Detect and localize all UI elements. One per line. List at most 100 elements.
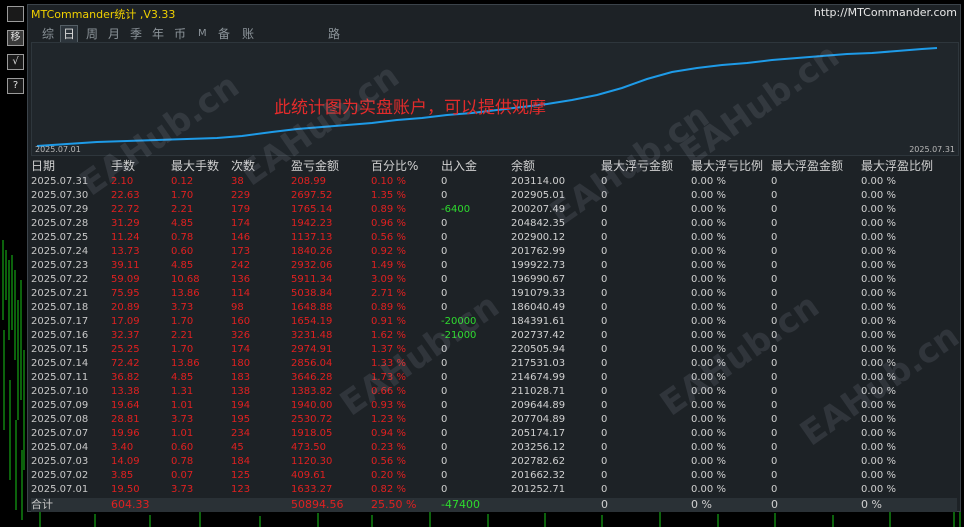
tab-account[interactable]: 账户	[240, 26, 256, 57]
cell-balance: 204842.35	[511, 218, 566, 229]
cell-deposit-withdraw: -20000	[441, 316, 477, 327]
cell-deposit-withdraw: 0	[441, 456, 448, 467]
tab-summary[interactable]: 综	[40, 26, 56, 42]
table-row[interactable]: 2025.07.08 28.81 3.73 195 2530.72 1.23 % 0 2077…	[31, 413, 957, 427]
cell-date: 2025.07.08	[31, 414, 89, 425]
cell-balance: 201252.71	[511, 484, 566, 495]
tab-m[interactable]: M	[196, 26, 209, 42]
table-row[interactable]: 2025.07.28 31.29 4.85 174 1942.23 0.96 % 0 2048…	[31, 217, 957, 231]
cell-max-floating-profit: 0	[771, 414, 778, 425]
live-account-notice: 此统计图为实盘账户，可以提供观摩	[274, 98, 546, 118]
check-icon[interactable]: √	[7, 54, 24, 70]
cell-balance: 201662.32	[511, 470, 566, 481]
header-date[interactable]: 日期	[31, 158, 55, 175]
cell-balance: 201762.99	[511, 246, 566, 257]
cell-balance: 203256.12	[511, 442, 566, 453]
title-bar: MTCommander统计 ,V3.33 http://MTCommander.…	[28, 5, 960, 21]
cell-max-floating-profit-ratio: 0.00 %	[861, 330, 896, 341]
header-max-floating-profit[interactable]: 最大浮盈金额	[771, 158, 843, 175]
header-count[interactable]: 次数	[231, 158, 255, 175]
header-max-floating-loss[interactable]: 最大浮亏金额	[601, 158, 673, 175]
tab-monthly[interactable]: 月	[106, 26, 122, 42]
cell-profit: 2974.91	[291, 344, 333, 355]
table-row[interactable]: 2025.07.09 19.64 1.01 194 1940.00 0.93 % 0 2096…	[31, 399, 957, 413]
tab-daily[interactable]: 日	[60, 25, 79, 43]
cell-profit: 1120.30	[291, 456, 333, 467]
cell-max-floating-loss-ratio: 0.00 %	[691, 442, 726, 453]
totals-deposit-withdraw: -47400	[441, 498, 480, 511]
table-row[interactable]: 2025.07.17 17.09 1.70 160 1654.19 0.91 % -2000…	[31, 315, 957, 329]
cell-deposit-withdraw: 0	[441, 358, 448, 369]
header-max-floating-profit-ratio[interactable]: 最大浮盈比例	[861, 158, 933, 175]
app-url-link[interactable]: http://MTCommander.com	[814, 6, 957, 19]
tab-currency[interactable]: 币	[172, 26, 188, 42]
tab-weekly[interactable]: 周	[84, 26, 100, 42]
daily-stats-table: 日期 手数 最大手数 次数 盈亏金额 百分比% 出入金 余额 最大浮亏金额 最大…	[31, 158, 957, 512]
table-row[interactable]: 2025.07.01 19.50 3.73 123 1633.27 0.82 % 0 2012…	[31, 483, 957, 497]
cell-profit: 1654.19	[291, 316, 333, 327]
table-row[interactable]: 2025.07.25 11.24 0.78 146 1137.13 0.56 % 0 2029…	[31, 231, 957, 245]
table-row[interactable]: 2025.07.23 39.11 4.85 242 2932.06 1.49 % 0 1999…	[31, 259, 957, 273]
table-row[interactable]: 2025.07.03 14.09 0.78 184 1120.30 0.56 % 0 2027…	[31, 455, 957, 469]
table-row[interactable]: 2025.07.10 13.38 1.31 138 1383.82 0.66 % 0 2110…	[31, 385, 957, 399]
table-row[interactable]: 2025.07.04 3.40 0.60 45 473.50 0.23 % 0 203256.…	[31, 441, 957, 455]
tab-quarterly[interactable]: 季	[128, 26, 144, 42]
side-tool-blank[interactable]	[7, 6, 24, 22]
table-row[interactable]: 2025.07.22 59.09 10.68 136 5911.34 3.09 % 0 196…	[31, 273, 957, 287]
header-lots[interactable]: 手数	[111, 158, 135, 175]
cell-balance: 202905.01	[511, 190, 566, 201]
table-row[interactable]: 2025.07.24 13.73 0.60 173 1840.26 0.92 % 0 2017…	[31, 245, 957, 259]
table-row[interactable]: 2025.07.11 36.82 4.85 183 3646.28 1.73 % 0 2146…	[31, 371, 957, 385]
cell-max-lots: 1.70	[171, 344, 194, 355]
cell-max-floating-profit-ratio: 0.00 %	[861, 218, 896, 229]
cell-percent: 3.09 %	[371, 274, 406, 285]
header-balance[interactable]: 余额	[511, 158, 535, 175]
cell-max-floating-loss-ratio: 0.00 %	[691, 218, 726, 229]
table-row[interactable]: 2025.07.29 22.72 2.21 179 1765.14 0.89 % -6400…	[31, 203, 957, 217]
cell-max-floating-profit-ratio: 0.00 %	[861, 204, 896, 215]
cell-max-floating-loss-ratio: 0.00 %	[691, 330, 726, 341]
cell-max-floating-loss: 0	[601, 288, 608, 299]
tab-backup[interactable]: 备	[216, 26, 232, 42]
header-profit[interactable]: 盈亏金额	[291, 158, 339, 175]
totals-profit: 50894.56	[291, 498, 344, 511]
cell-percent: 0.82 %	[371, 484, 406, 495]
help-icon[interactable]: ?	[7, 78, 24, 94]
table-row[interactable]: 2025.07.15 25.25 1.70 174 2974.91 1.37 % 0 2205…	[31, 343, 957, 357]
cell-max-floating-loss-ratio: 0.00 %	[691, 232, 726, 243]
cell-date: 2025.07.16	[31, 330, 89, 341]
cell-date: 2025.07.01	[31, 484, 89, 495]
header-deposit-withdraw[interactable]: 出入金	[441, 158, 477, 175]
header-max-floating-loss-ratio[interactable]: 最大浮亏比例	[691, 158, 763, 175]
cell-max-floating-loss: 0	[601, 470, 608, 481]
table-row[interactable]: 2025.07.07 19.96 1.01 234 1918.05 0.94 % 0 2051…	[31, 427, 957, 441]
table-row[interactable]: 2025.07.18 20.89 3.73 98 1648.88 0.89 % 0 18604…	[31, 301, 957, 315]
header-max-lots[interactable]: 最大手数	[171, 158, 219, 175]
cell-percent: 1.35 %	[371, 190, 406, 201]
cell-balance: 191079.33	[511, 288, 566, 299]
table-row[interactable]: 2025.07.30 22.63 1.70 229 2697.52 1.35 % 0 2029…	[31, 189, 957, 203]
table-row[interactable]: 2025.07.14 72.42 13.86 180 2856.04 1.33 % 0 217…	[31, 357, 957, 371]
cell-max-floating-loss-ratio: 0.00 %	[691, 288, 726, 299]
table-row[interactable]: 2025.07.21 75.95 13.86 114 5038.84 2.71 % 0 191…	[31, 287, 957, 301]
cell-date: 2025.07.25	[31, 232, 89, 243]
cell-max-floating-profit: 0	[771, 400, 778, 411]
tab-path[interactable]: 路径	[326, 26, 342, 57]
cell-max-floating-profit-ratio: 0.00 %	[861, 414, 896, 425]
table-row[interactable]: 2025.07.31 2.10 0.12 38 208.99 0.10 % 0 203114.…	[31, 175, 957, 189]
table-row[interactable]: 2025.07.02 3.85 0.07 125 409.61 0.20 % 0 201662…	[31, 469, 957, 483]
cell-max-floating-profit-ratio: 0.00 %	[861, 428, 896, 439]
table-row[interactable]: 2025.07.16 32.37 2.21 326 3231.48 1.62 % -2100…	[31, 329, 957, 343]
cell-profit: 2856.04	[291, 358, 333, 369]
cell-max-lots: 0.60	[171, 246, 194, 257]
totals-max-floating-loss-ratio: 0 %	[691, 498, 712, 511]
header-percent[interactable]: 百分比%	[371, 158, 418, 175]
cell-percent: 0.92 %	[371, 246, 406, 257]
tab-yearly[interactable]: 年	[150, 26, 166, 42]
cell-max-floating-loss: 0	[601, 302, 608, 313]
cell-balance: 184391.61	[511, 316, 566, 327]
cell-max-floating-loss-ratio: 0.00 %	[691, 386, 726, 397]
cell-max-floating-profit-ratio: 0.00 %	[861, 288, 896, 299]
move-icon[interactable]: 移	[7, 30, 24, 46]
app-title: MTCommander统计 ,V3.33	[31, 8, 176, 21]
